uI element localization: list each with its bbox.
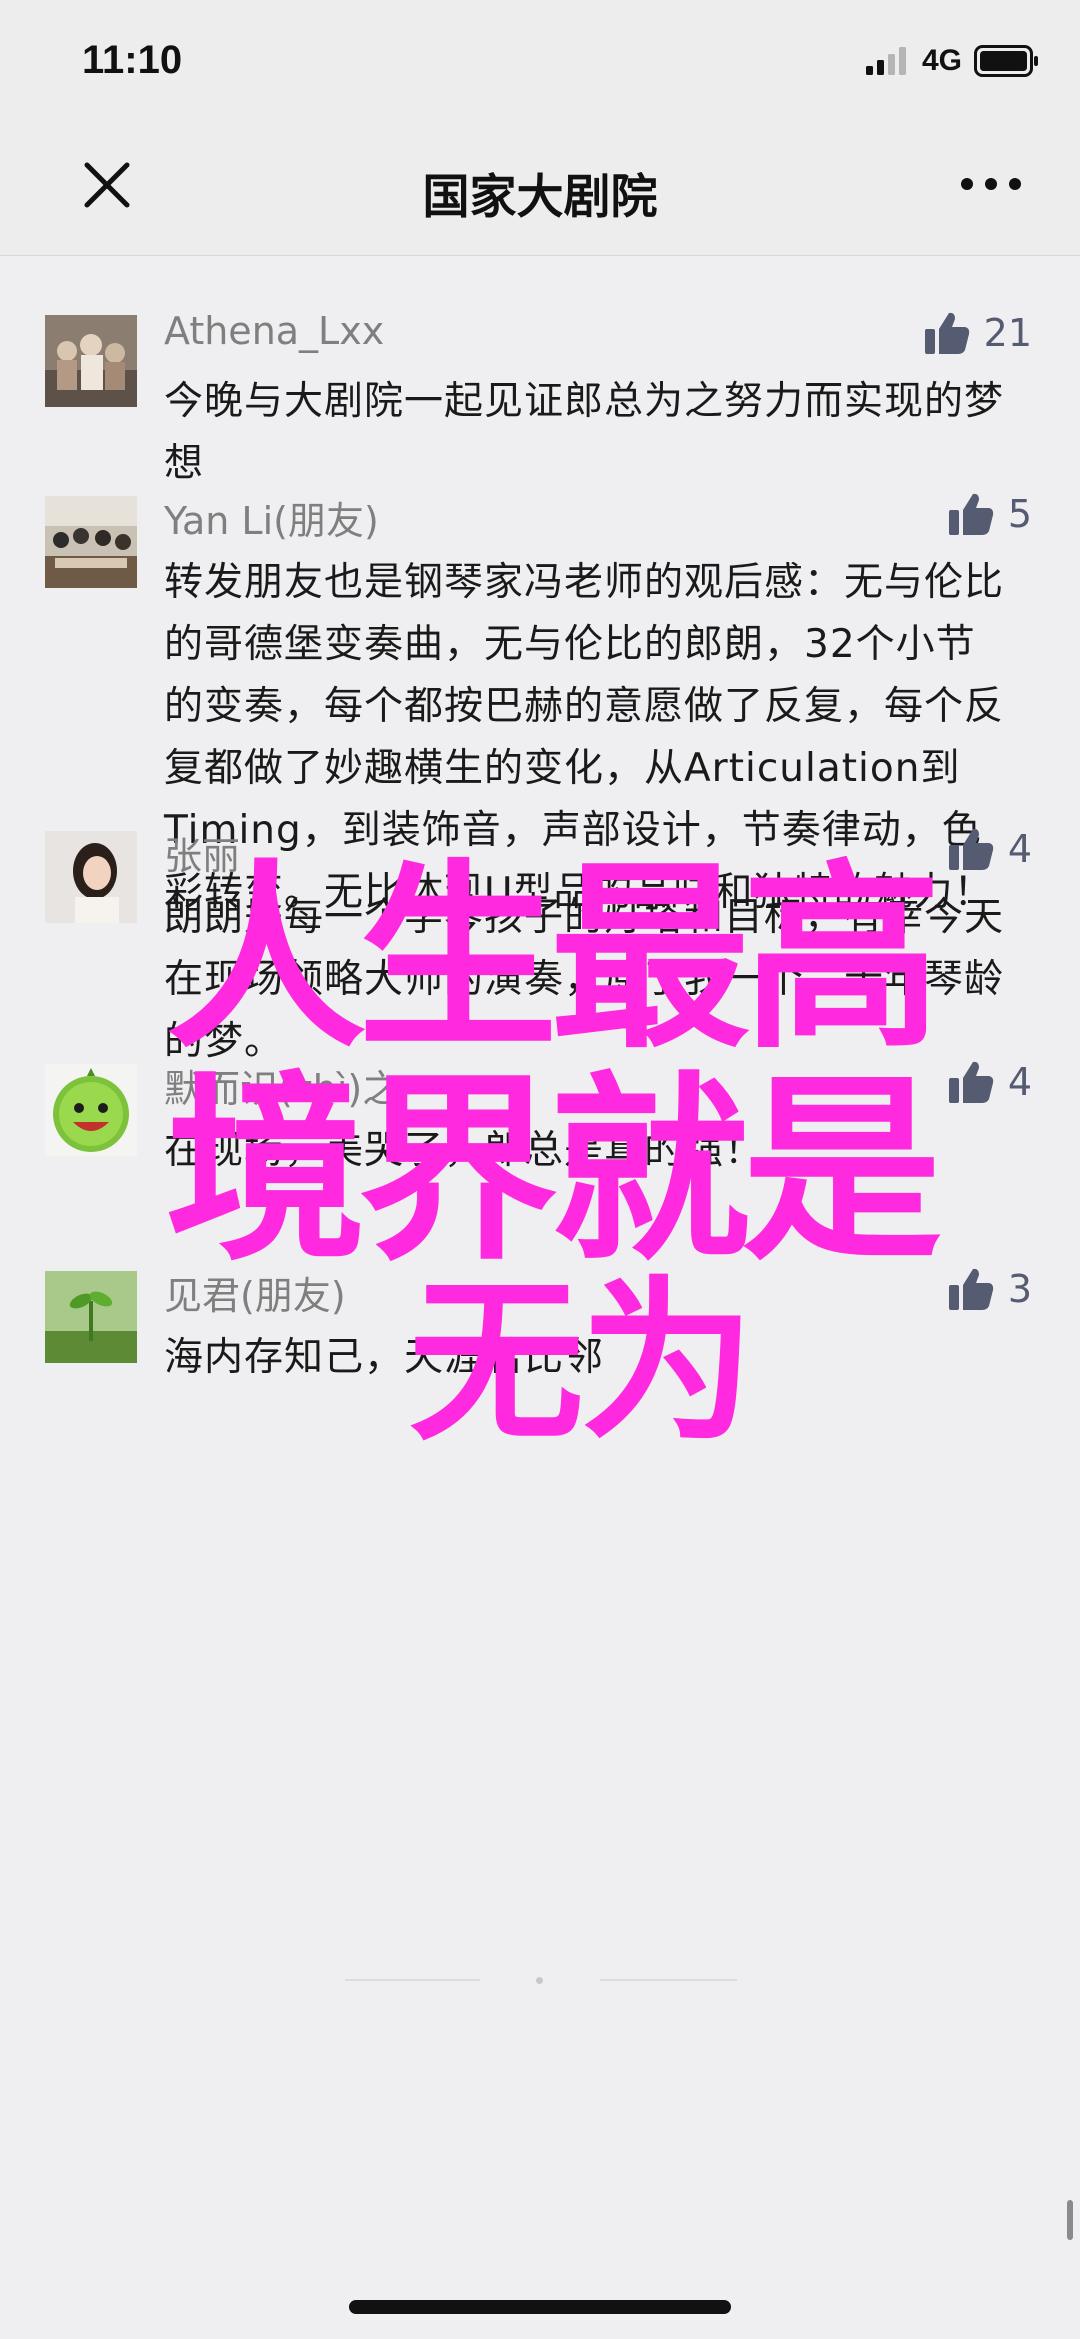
divider-line xyxy=(345,1979,480,1981)
avatar[interactable] xyxy=(45,315,137,407)
thumbs-up-icon xyxy=(948,1061,993,1103)
commenter-name: 默而识(zhì)之 xyxy=(164,1067,401,1111)
nav-bar: 国家大剧院 xyxy=(0,110,1080,256)
like-count: 4 xyxy=(1007,1060,1032,1104)
commenter-name: 见君(朋友) xyxy=(164,1274,346,1318)
thumbs-up-icon xyxy=(924,312,969,354)
scrollbar[interactable] xyxy=(1067,2200,1073,2240)
status-indicators: 4G xyxy=(865,44,1040,78)
commenter-name: Yan Li(朋友) xyxy=(164,499,379,543)
signal-icon xyxy=(865,47,906,75)
avatar-photo xyxy=(45,1271,137,1363)
thumbs-up-icon xyxy=(948,828,993,870)
like-button[interactable]: 21 xyxy=(924,311,1032,355)
thumbs-up-icon xyxy=(948,1268,993,1310)
avatar-photo xyxy=(45,315,137,407)
like-count: 4 xyxy=(1007,827,1032,871)
like-count: 21 xyxy=(983,311,1032,355)
like-button[interactable]: 4 xyxy=(948,1060,1032,1104)
divider-line xyxy=(600,1979,737,1981)
more-icon xyxy=(961,178,1021,190)
status-bar: 11:10 4G xyxy=(0,0,1080,110)
avatar-photo xyxy=(45,831,137,923)
comment-text: 转发朋友也是钢琴家冯老师的观后感：无与伦比的哥德堡变奏曲，无与伦比的郎朗，32个… xyxy=(164,560,1005,915)
comment-text: 朗朗是每一个学琴孩子的灯塔和目标，有幸今天在现场领略大师的演奏，原了我一个二十年… xyxy=(164,895,1005,1064)
avatar[interactable] xyxy=(45,496,137,588)
like-button[interactable]: 5 xyxy=(948,492,1032,536)
commenter-name: 张丽 xyxy=(164,834,241,878)
page-title: 国家大剧院 xyxy=(422,170,658,225)
status-time: 11:10 xyxy=(82,38,183,82)
avatar-photo xyxy=(45,496,137,588)
end-of-list-divider xyxy=(0,1975,1080,1985)
avatar[interactable] xyxy=(45,1064,137,1156)
comment-text: 海内存知己，天涯若比邻 xyxy=(164,1335,605,1380)
commenter-name: Athena_Lxx xyxy=(164,309,385,353)
avatar[interactable] xyxy=(45,1271,137,1363)
like-count: 5 xyxy=(1007,492,1032,536)
comment-text: 在现场，美哭了，郎总是真的强！ xyxy=(164,1128,765,1173)
like-button[interactable]: 4 xyxy=(948,827,1032,871)
more-button[interactable] xyxy=(960,172,1022,196)
thumbs-up-icon xyxy=(948,493,993,535)
like-button[interactable]: 3 xyxy=(948,1267,1032,1311)
network-label: 4G xyxy=(921,44,962,77)
avatar-photo xyxy=(45,1064,137,1156)
divider-dot xyxy=(536,1977,543,1984)
like-count: 3 xyxy=(1007,1267,1032,1311)
home-indicator[interactable] xyxy=(349,2300,731,2314)
avatar[interactable] xyxy=(45,831,137,923)
battery-icon xyxy=(974,45,1038,77)
comment-text: 今晚与大剧院一起见证郎总为之努力而实现的梦想 xyxy=(164,379,1005,486)
